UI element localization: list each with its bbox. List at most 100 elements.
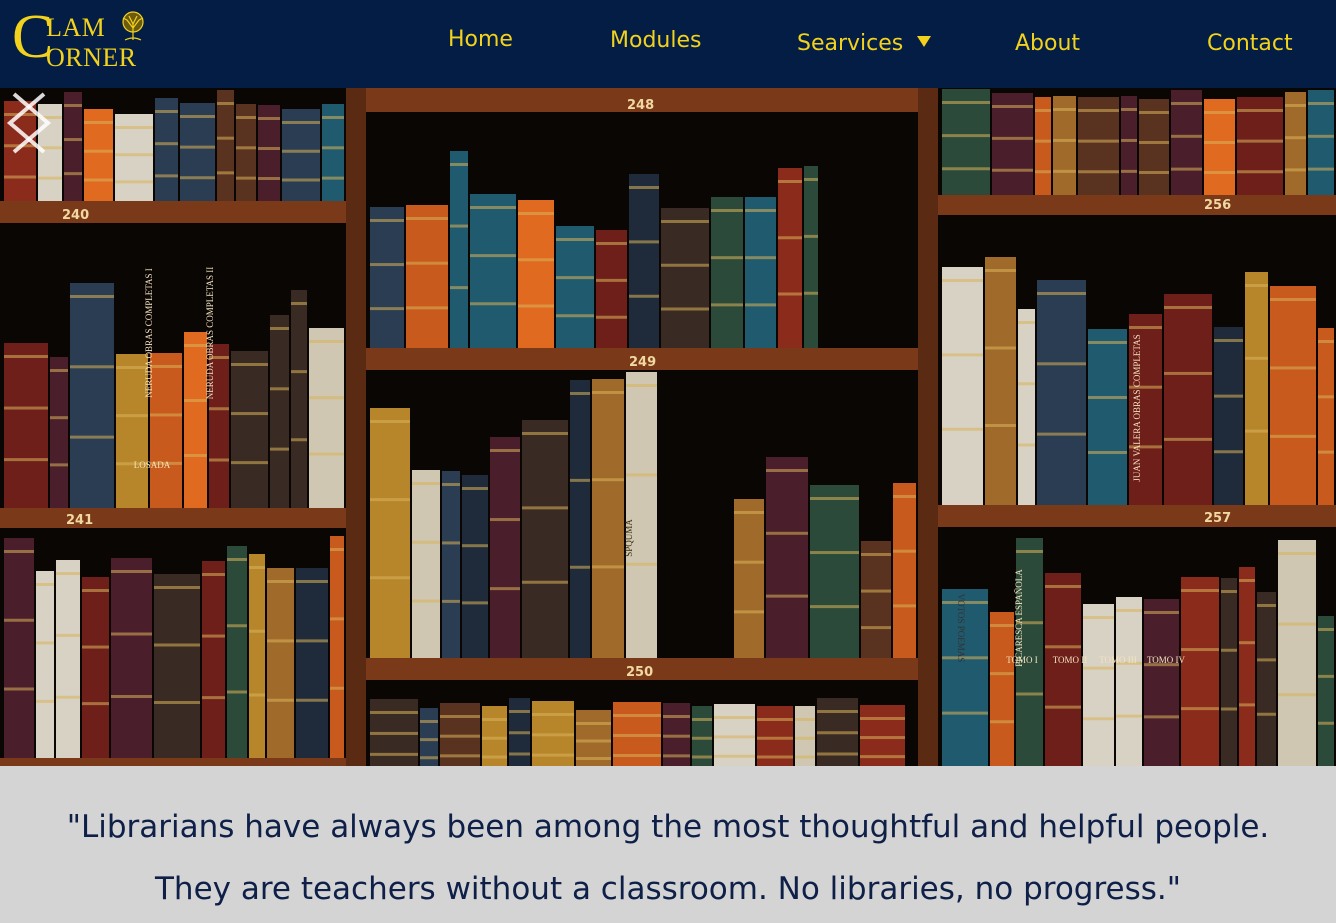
book-band <box>570 392 590 395</box>
book-spine <box>450 151 468 348</box>
book-band <box>482 736 507 740</box>
shelf-label: 248 <box>627 98 654 113</box>
book-band <box>522 580 568 584</box>
book-band <box>270 447 289 451</box>
book-band <box>1018 382 1035 386</box>
book-band <box>70 435 114 439</box>
book-band <box>804 291 818 295</box>
book-band <box>817 752 858 756</box>
book-spine <box>1116 597 1142 766</box>
book-band <box>1278 622 1316 626</box>
book-band <box>4 550 34 553</box>
book-band <box>50 416 68 420</box>
nav-link-home[interactable]: Home <box>448 29 513 51</box>
book-band <box>893 495 916 498</box>
book-band <box>440 754 480 758</box>
book-band <box>50 463 68 467</box>
book-spine <box>1088 329 1127 505</box>
book-band <box>236 116 256 119</box>
book-band <box>1078 170 1119 174</box>
shelf-label: 257 <box>1204 511 1231 526</box>
book-band <box>462 601 488 605</box>
book-spine <box>462 475 488 658</box>
book-band <box>1285 104 1306 107</box>
book-band <box>4 618 34 622</box>
book-title: NERUDA OBRAS COMPLETAS I <box>144 268 154 398</box>
book-spine <box>766 457 808 658</box>
book-band <box>629 294 659 298</box>
book-band <box>990 720 1014 724</box>
book-band <box>711 209 743 212</box>
book-band <box>1045 705 1081 709</box>
book-band <box>1181 589 1219 592</box>
caret-down-icon <box>917 36 932 47</box>
book-band <box>711 256 743 260</box>
book-band <box>985 269 1016 272</box>
book-spine <box>745 197 776 348</box>
book-spine <box>942 89 990 195</box>
book-spine <box>629 174 659 348</box>
book-spine <box>1239 567 1255 766</box>
book-band <box>1037 432 1086 436</box>
book-band <box>442 541 460 545</box>
book-spine <box>556 226 594 348</box>
book-band <box>766 531 808 535</box>
book-band <box>532 753 574 757</box>
book-band <box>282 149 320 153</box>
book-band <box>810 497 859 500</box>
book-spine <box>1318 616 1334 766</box>
book-band <box>942 711 988 715</box>
book-band <box>309 396 344 400</box>
book-band <box>64 138 82 142</box>
book-band <box>180 176 215 180</box>
book-band <box>258 177 280 180</box>
book-band <box>1088 341 1127 344</box>
book-band <box>810 605 859 609</box>
book-band <box>942 134 990 138</box>
library-quote: "Librarians have always been among the m… <box>66 809 1270 907</box>
book-band <box>1239 579 1255 582</box>
book-band <box>490 449 520 452</box>
book-spine <box>4 538 34 758</box>
nav-link-services[interactable]: Searvices <box>797 33 932 55</box>
book-band <box>442 483 460 486</box>
book-band <box>613 714 661 717</box>
book-band <box>985 424 1016 427</box>
book-band <box>370 731 418 735</box>
nav-link-about[interactable]: About <box>1015 33 1080 55</box>
top-navbar: C LAM ORNER Home Modules Searvices About… <box>0 0 1336 88</box>
book-band <box>370 219 404 222</box>
book-band <box>1037 362 1086 366</box>
book-band <box>556 238 594 241</box>
book-band <box>1285 136 1306 140</box>
book-band <box>462 544 488 548</box>
nav-link-modules[interactable]: Modules <box>610 30 701 52</box>
book-band <box>570 565 590 569</box>
book-band <box>860 717 905 720</box>
book-band <box>1129 326 1162 329</box>
book-band <box>322 176 344 180</box>
chevron-right-icon[interactable] <box>0 88 60 158</box>
book-band <box>1318 395 1334 399</box>
book-band <box>1171 167 1202 171</box>
book-spine <box>406 205 448 348</box>
book-band <box>1257 712 1276 716</box>
book-band <box>532 733 574 737</box>
book-band <box>592 391 624 394</box>
nav-link-contact[interactable]: Contact <box>1207 33 1293 55</box>
book-band <box>470 302 516 306</box>
book-band <box>522 432 568 435</box>
book-band <box>370 576 410 580</box>
book-band <box>1116 714 1142 718</box>
book-band <box>1278 693 1316 697</box>
book-band <box>36 699 54 703</box>
book-band <box>1318 450 1334 454</box>
site-logo[interactable]: C LAM ORNER <box>12 6 157 76</box>
book-spine <box>734 499 764 658</box>
book-band <box>322 146 344 150</box>
book-band <box>1053 108 1076 111</box>
book-band <box>420 720 438 723</box>
book-band <box>714 735 755 739</box>
book-spine <box>626 372 657 658</box>
book-band <box>556 276 594 280</box>
